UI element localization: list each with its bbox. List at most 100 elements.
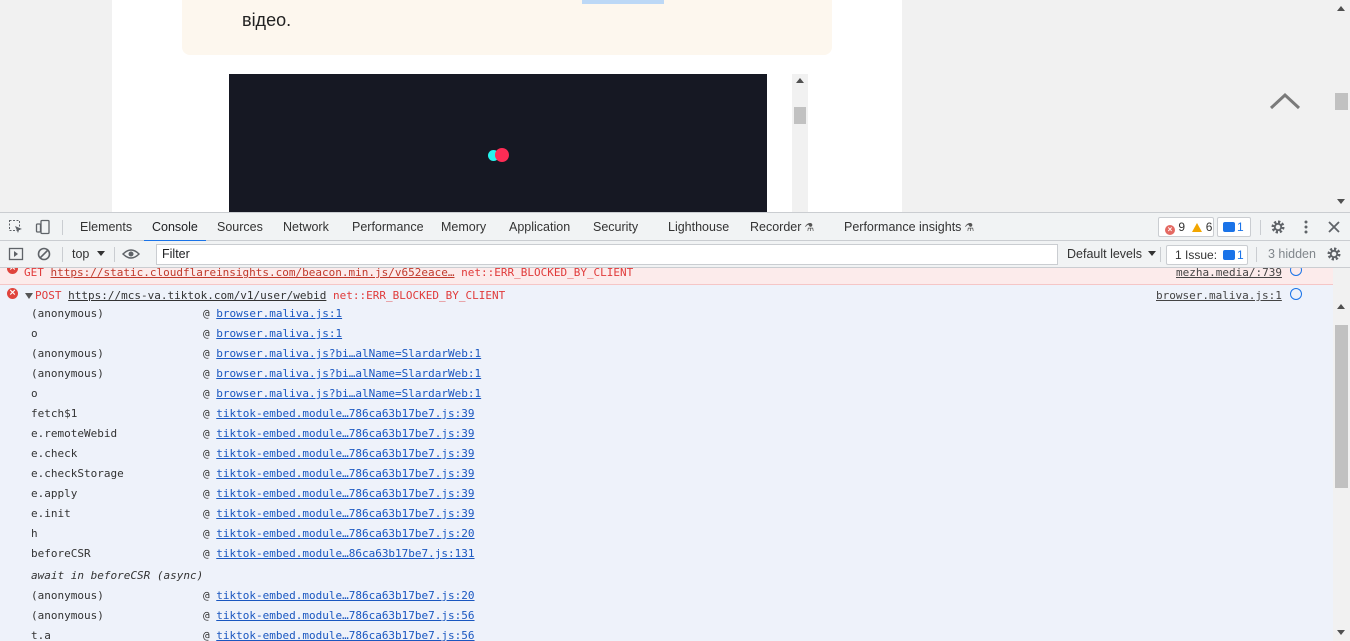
message-icon (1223, 222, 1235, 232)
message-counter[interactable]: 1 (1217, 217, 1251, 237)
stack-frame: (anonymous) @ tiktok-embed.module…786ca63… (31, 589, 475, 602)
error-text: net::ERR_BLOCKED_BY_CLIENT (461, 268, 634, 279)
note-text: відео. (242, 10, 292, 30)
source-link[interactable]: mezha.media/:739 (1176, 268, 1282, 279)
issues-button[interactable]: 1 Issue: 1 (1166, 245, 1248, 265)
more-options-icon[interactable] (1298, 219, 1314, 235)
stack-frame-link[interactable]: browser.maliva.js?bi…alName=SlardarWeb:1 (216, 347, 481, 360)
close-icon[interactable] (1326, 219, 1342, 235)
network-request-icon[interactable] (1290, 288, 1302, 300)
divider (1160, 247, 1161, 262)
scrollbar-thumb[interactable] (1335, 325, 1348, 488)
console-toolbar: top Filter Default levels 1 Issue: 1 3 hi… (0, 241, 1350, 268)
stack-frame: e.checkStorage @ tiktok-embed.module…786c… (31, 467, 475, 480)
stack-frame-link[interactable]: tiktok-embed.module…786ca63b17be7.js:39 (216, 467, 474, 480)
stack-frame: (anonymous) @ browser.maliva.js?bi…alName… (31, 367, 482, 380)
scrollbar-thumb[interactable] (1335, 93, 1348, 110)
expand-triangle-icon[interactable] (25, 293, 33, 299)
console-scrollbar[interactable] (1333, 268, 1350, 641)
text-highlight (582, 0, 664, 4)
source-link[interactable]: browser.maliva.js:1 (1156, 289, 1282, 302)
console-output: × GET https://static.cloudflareinsights.… (0, 268, 1333, 641)
tab-memory[interactable]: Memory (441, 213, 486, 241)
scroll-down-icon[interactable] (1337, 199, 1345, 204)
request-method: POST (35, 289, 62, 302)
scroll-up-icon[interactable] (1337, 6, 1345, 11)
stack-frame: t.a @ tiktok-embed.module…786ca63b17be7.j… (31, 629, 475, 641)
error-text: net::ERR_BLOCKED_BY_CLIENT (333, 289, 506, 302)
request-url[interactable]: https://static.cloudflareinsights.com/be… (51, 268, 455, 279)
sidebar-toggle-icon[interactable] (8, 246, 24, 262)
stack-frame-link[interactable]: tiktok-embed.module…786ca63b17be7.js:39 (216, 427, 474, 440)
eye-icon[interactable] (121, 246, 141, 262)
stack-frame-link[interactable]: tiktok-embed.module…786ca63b17be7.js:20 (216, 589, 474, 602)
experiment-flask-icon: ⚗ (804, 222, 815, 234)
stack-frame-link[interactable]: tiktok-embed.module…786ca63b17be7.js:39 (216, 447, 474, 460)
divider (1256, 247, 1257, 262)
tab-console[interactable]: Console (144, 213, 206, 242)
tab-sources[interactable]: Sources (217, 213, 263, 241)
stack-frame: o @ browser.maliva.js:1 (31, 327, 343, 340)
article-column: відео. (112, 0, 902, 212)
scroll-to-top-button[interactable] (1268, 88, 1302, 112)
error-icon: × (7, 288, 18, 299)
stack-frame-link[interactable]: browser.maliva.js?bi…alName=SlardarWeb:1 (216, 387, 481, 400)
stack-frame: fetch$1 @ tiktok-embed.module…786ca63b17b… (31, 407, 475, 420)
tab-performance[interactable]: Performance (352, 213, 424, 241)
stack-frame-link[interactable]: tiktok-embed.module…786ca63b17be7.js:39 (216, 487, 474, 500)
stack-frame-link[interactable]: tiktok-embed.module…786ca63b17be7.js:56 (216, 609, 474, 622)
stack-frame-link[interactable]: tiktok-embed.module…786ca63b17be7.js:39 (216, 507, 474, 520)
network-request-icon[interactable] (1290, 268, 1302, 276)
stack-frame-link[interactable]: tiktok-embed.module…786ca63b17be7.js:20 (216, 527, 474, 540)
divider (114, 247, 115, 262)
context-label: top (72, 247, 90, 261)
scroll-up-icon[interactable] (796, 78, 804, 83)
experiment-flask-icon: ⚗ (964, 222, 975, 234)
tab-network[interactable]: Network (283, 213, 329, 241)
log-levels-dropdown[interactable]: Default levels (1067, 241, 1157, 268)
tab-application[interactable]: Application (509, 213, 570, 241)
filter-input[interactable]: Filter (156, 244, 1058, 265)
tab-security[interactable]: Security (593, 213, 638, 241)
tiktok-video-embed[interactable] (229, 74, 767, 212)
chevron-down-icon (1148, 251, 1157, 256)
scrollbar-thumb[interactable] (794, 107, 806, 124)
request-url[interactable]: https://mcs-va.tiktok.com/v1/user/webid (68, 289, 326, 302)
gear-icon[interactable] (1270, 219, 1286, 235)
stack-frame: e.apply @ tiktok-embed.module…786ca63b17b… (31, 487, 475, 500)
tab-performance-insights[interactable]: Performance insights ⚗ (844, 213, 974, 241)
device-toolbar-icon[interactable] (35, 219, 51, 235)
chevron-down-icon (97, 251, 106, 256)
stack-frame-link[interactable]: tiktok-embed.module…786ca63b17be7.js:39 (216, 407, 474, 420)
message-count: 1 (1237, 220, 1244, 234)
stack-frame: (anonymous) @ browser.maliva.js?bi…alName… (31, 347, 482, 360)
stack-frame-link[interactable]: tiktok-embed.module…86ca63b17be7.js:131 (216, 547, 474, 560)
hidden-messages-count: 3 hidden (1268, 247, 1316, 261)
inspect-element-icon[interactable] (8, 219, 24, 235)
scroll-up-icon[interactable] (1337, 304, 1345, 309)
tab-lighthouse[interactable]: Lighthouse (668, 213, 729, 241)
page-scrollbar[interactable] (1333, 0, 1350, 212)
error-warning-counter[interactable]: × 9 6 (1158, 217, 1214, 237)
error-icon: × (7, 268, 18, 274)
stack-frame-link[interactable]: browser.maliva.js:1 (216, 307, 342, 320)
error-icon: × (1165, 225, 1175, 235)
message-icon (1223, 250, 1236, 260)
request-method: GET (24, 268, 44, 279)
stack-frame-link[interactable]: browser.maliva.js:1 (216, 327, 342, 340)
async-boundary-label: await in beforeCSR (async) (31, 569, 204, 582)
gear-icon[interactable] (1326, 246, 1342, 262)
clear-console-icon[interactable] (36, 246, 52, 262)
context-selector[interactable]: top (72, 241, 106, 268)
web-page: відео. (0, 0, 1350, 212)
tab-elements[interactable]: Elements (80, 213, 132, 241)
console-message-post-error[interactable]: × POST https://mcs-va.tiktok.com/v1/user… (0, 285, 1333, 641)
error-count: 9 (1178, 220, 1186, 234)
console-message-get-error[interactable]: × GET https://static.cloudflareinsights.… (0, 268, 1333, 285)
devtools-panel: Elements Console Sources Network Perform… (0, 212, 1350, 641)
embed-scrollbar[interactable] (792, 74, 808, 212)
tab-recorder[interactable]: Recorder ⚗ (750, 213, 814, 241)
scroll-down-icon[interactable] (1337, 630, 1345, 635)
stack-frame-link[interactable]: tiktok-embed.module…786ca63b17be7.js:56 (216, 629, 474, 641)
stack-frame-link[interactable]: browser.maliva.js?bi…alName=SlardarWeb:1 (216, 367, 481, 380)
